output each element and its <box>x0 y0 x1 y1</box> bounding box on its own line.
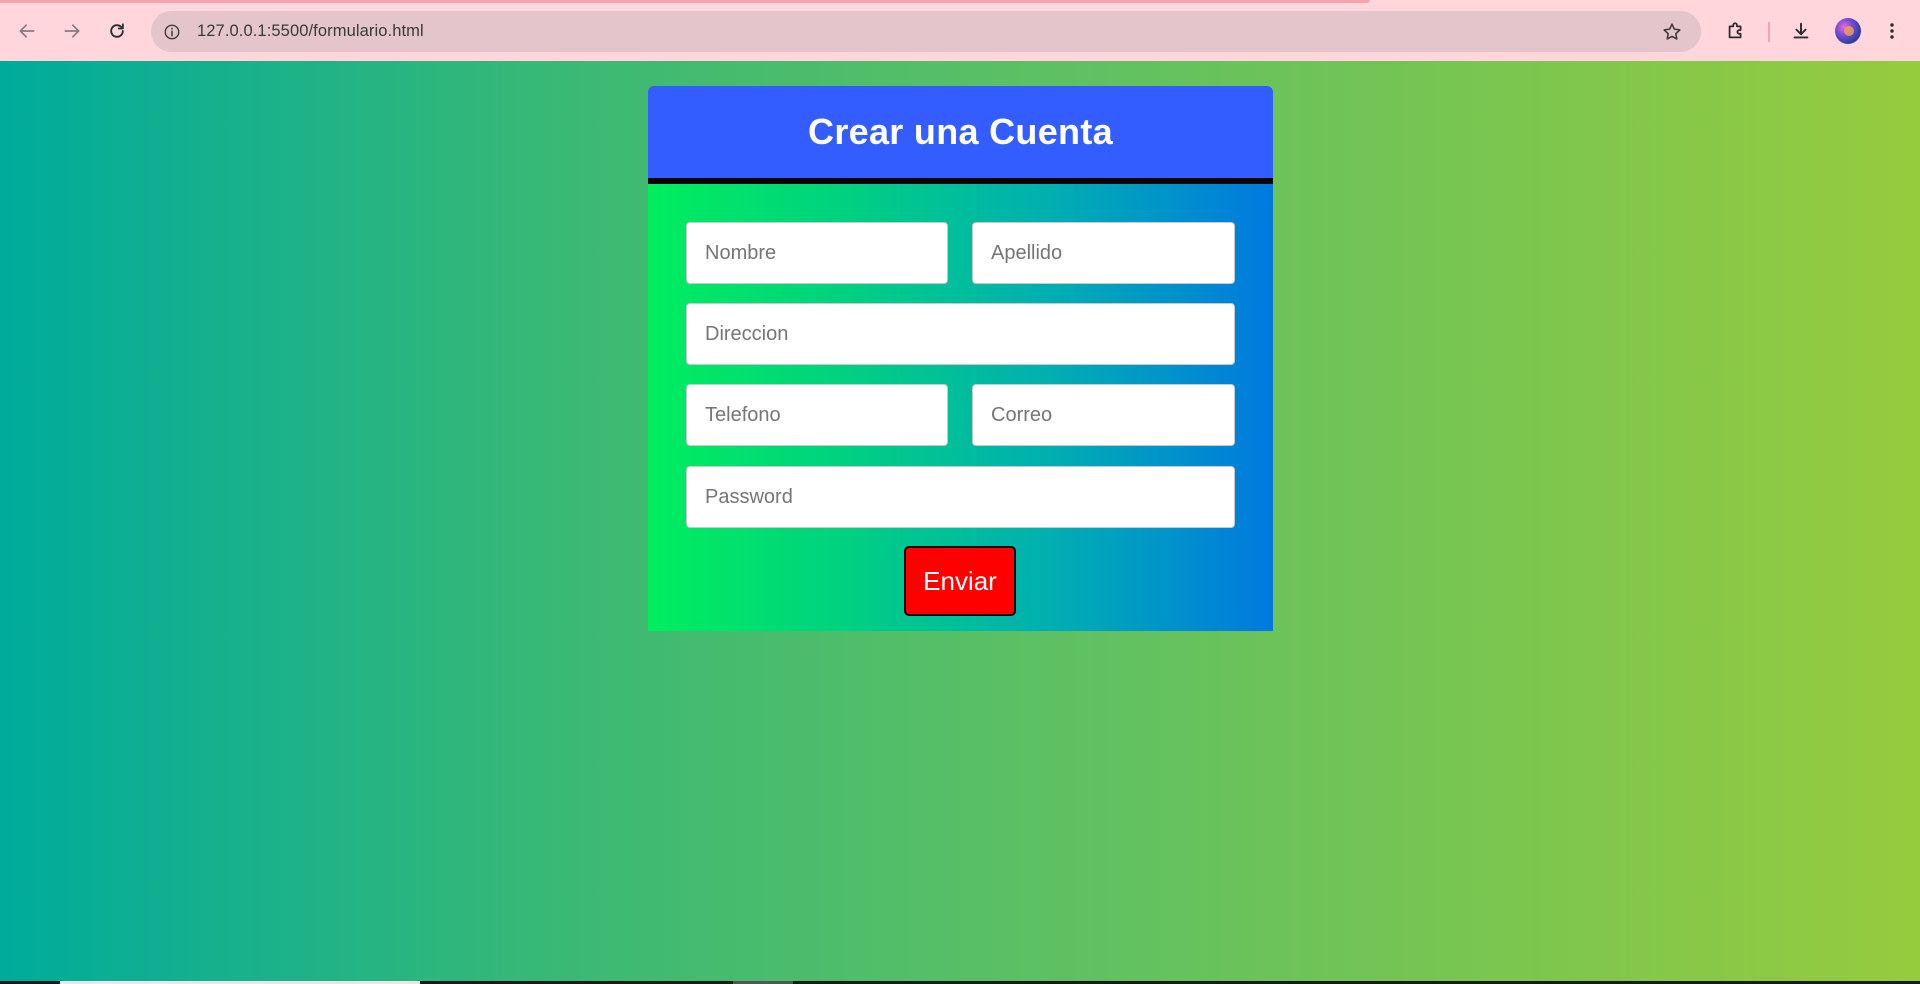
bookmark-button[interactable] <box>1661 21 1683 43</box>
info-icon <box>164 24 180 39</box>
apellido-input[interactable] <box>972 222 1235 284</box>
form-header: Crear una Cuenta <box>648 86 1273 178</box>
form-body: Enviar <box>648 184 1273 631</box>
signup-form: Crear una Cuenta Enviar <box>648 86 1273 631</box>
downloads-button[interactable] <box>1784 14 1818 48</box>
submit-button[interactable]: Enviar <box>904 546 1016 616</box>
download-icon <box>1793 22 1809 39</box>
address-bar[interactable]: 127.0.0.1:5500/formulario.html <box>151 11 1701 52</box>
nombre-input[interactable] <box>686 222 948 284</box>
star-icon <box>1663 23 1681 40</box>
correo-input[interactable] <box>972 384 1235 446</box>
direccion-input[interactable] <box>686 303 1235 365</box>
extensions-button[interactable] <box>1719 14 1753 48</box>
reload-button[interactable] <box>99 13 135 49</box>
kebab-menu-icon <box>1890 23 1894 39</box>
forward-button[interactable] <box>54 13 90 49</box>
avatar[interactable] <box>1835 18 1861 44</box>
url-text[interactable]: 127.0.0.1:5500/formulario.html <box>197 22 424 41</box>
puzzle-icon <box>1728 22 1742 39</box>
arrow-right-icon <box>64 24 80 38</box>
back-button[interactable] <box>9 13 45 49</box>
password-input[interactable] <box>686 466 1235 528</box>
toolbar-separator <box>1768 22 1770 42</box>
browser-menu-button[interactable] <box>1875 14 1909 48</box>
browser-toolbar: 127.0.0.1:5500/formulario.html <box>0 0 1920 61</box>
telefono-input[interactable] <box>686 384 948 446</box>
form-title: Crear una Cuenta <box>808 111 1113 152</box>
page-viewport: Crear una Cuenta Enviar <box>0 61 1920 981</box>
arrow-left-icon <box>19 24 35 38</box>
reload-icon <box>110 23 124 38</box>
active-tab-edge <box>0 0 1370 3</box>
site-info-button[interactable] <box>157 17 187 47</box>
